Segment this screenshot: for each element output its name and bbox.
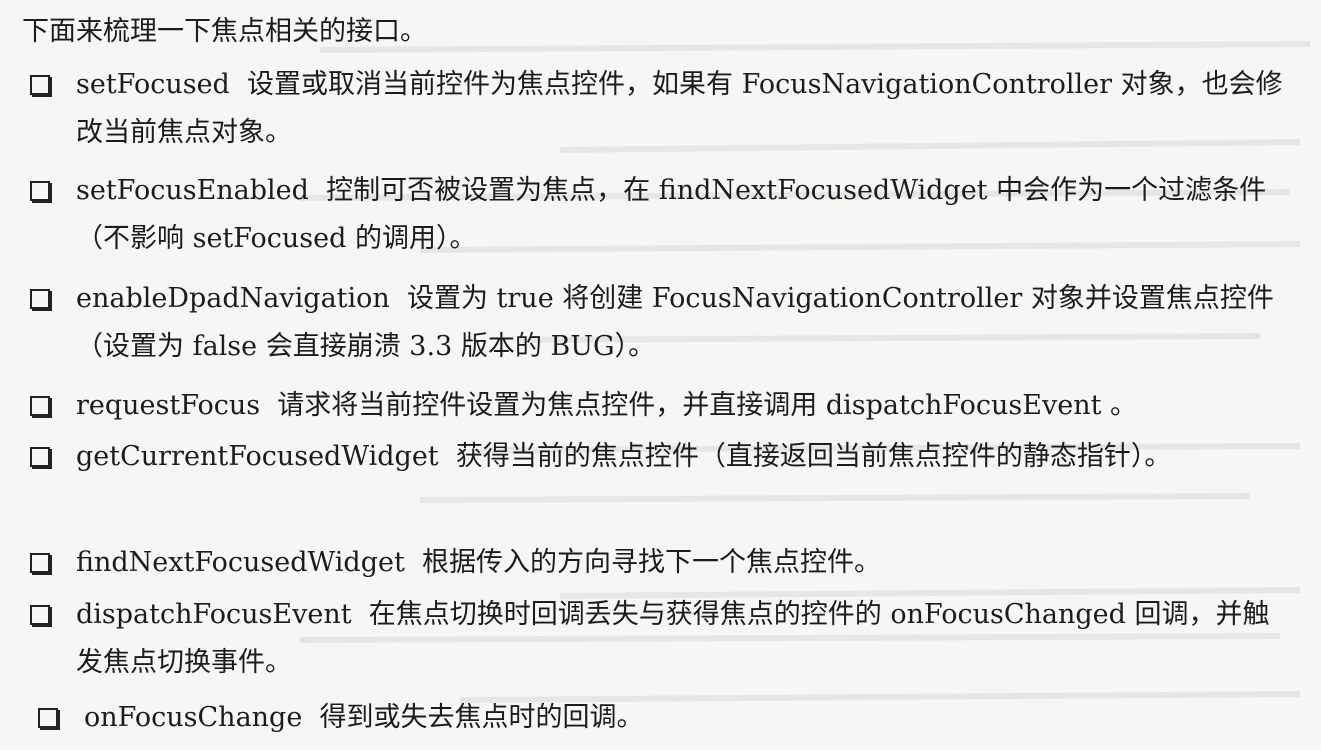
checkbox-bullet-icon <box>30 553 50 573</box>
list-item-dispatchfocusevent: dispatchFocusEvent 在焦点切换时回调丢失与获得焦点的控件的 o… <box>30 591 1290 687</box>
list-item-requestfocus: requestFocus 请求将当前控件设置为焦点控件，并直接调用 dispat… <box>30 382 1290 430</box>
checkbox-bullet-icon <box>30 289 50 309</box>
api-name: requestFocus <box>76 390 261 421</box>
checkbox-bullet-icon <box>38 708 58 728</box>
intro-paragraph: 下面来梳理一下焦点相关的接口。 <box>22 16 427 47</box>
api-name: getCurrentFocusedWidget <box>76 441 439 472</box>
api-name: dispatchFocusEvent <box>76 599 352 630</box>
api-name: onFocusChange <box>84 702 303 733</box>
checkbox-bullet-icon <box>30 447 50 467</box>
api-name: setFocusEnabled <box>76 175 309 206</box>
api-name: findNextFocusedWidget <box>76 547 405 578</box>
api-description: 根据传入的方向寻找下一个焦点控件。 <box>421 547 881 578</box>
list-item-getcurrentfocusedwidget: getCurrentFocusedWidget 获得当前的焦点控件（直接返回当前… <box>30 433 1290 481</box>
api-description: 获得当前的焦点控件（直接返回当前焦点控件的静态指针）。 <box>455 441 1172 472</box>
api-name: setFocused <box>76 69 230 100</box>
api-description: 请求将当前控件设置为焦点控件，并直接调用 dispatchFocusEvent … <box>277 390 1138 421</box>
list-item-setfocused: setFocused 设置或取消当前控件为焦点控件，如果有 FocusNavig… <box>30 61 1290 157</box>
list-item-findnextfocusedwidget: findNextFocusedWidget 根据传入的方向寻找下一个焦点控件。 <box>30 539 1290 587</box>
api-name: enableDpadNavigation <box>76 283 390 314</box>
checkbox-bullet-icon <box>30 75 50 95</box>
list-item-setfocusenabled: setFocusEnabled 控制可否被设置为焦点，在 findNextFoc… <box>30 167 1290 263</box>
document-page: 下面来梳理一下焦点相关的接口。 setFocused 设置或取消当前控件为焦点控… <box>0 0 1321 750</box>
checkbox-bullet-icon <box>30 396 50 416</box>
api-description: 设置或取消当前控件为焦点控件，如果有 FocusNavigationContro… <box>76 69 1283 148</box>
api-description: 得到或失去焦点时的回调。 <box>319 702 644 733</box>
list-item-onfocuschange: onFocusChange 得到或失去焦点时的回调。 <box>38 694 1298 742</box>
checkbox-bullet-icon <box>30 181 50 201</box>
list-item-enabledpadnavigation: enableDpadNavigation 设置为 true 将创建 FocusN… <box>30 275 1290 371</box>
checkbox-bullet-icon <box>30 605 50 625</box>
